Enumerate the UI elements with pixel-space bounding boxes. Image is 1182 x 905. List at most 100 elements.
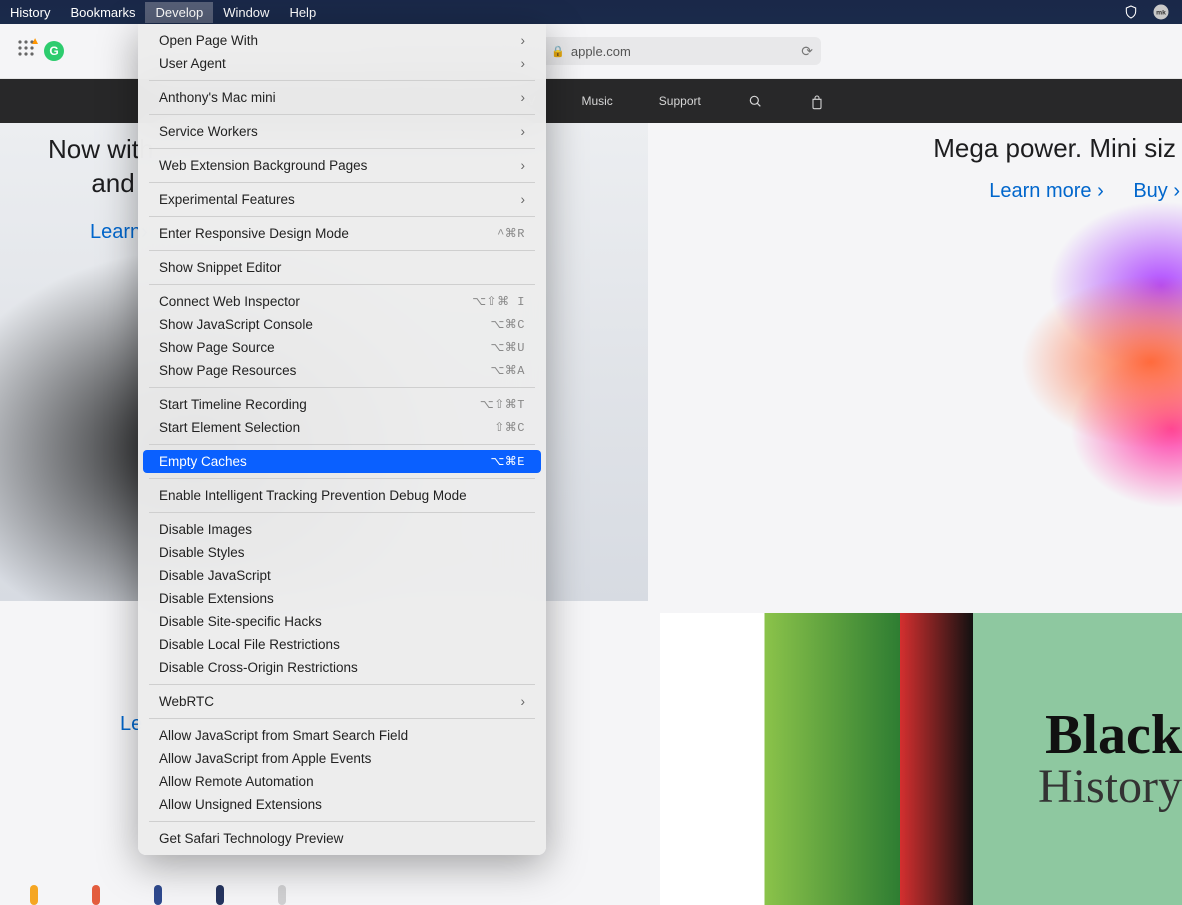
shortcut-label: ⌥⇧⌘ I [472, 294, 525, 309]
menuitem-label: Anthony's Mac mini [159, 90, 276, 105]
product-color-swatch [154, 885, 162, 905]
menuitem-label: Show Page Resources [159, 363, 296, 378]
buy-link[interactable]: Buy [1133, 180, 1180, 202]
chevron-right-icon: › [521, 56, 526, 71]
menuitem-start-element-selection[interactable]: Start Element Selection ⇧⌘C [143, 416, 541, 439]
apps-grid-icon[interactable]: ▲ [16, 38, 36, 64]
menuitem-label: Start Element Selection [159, 420, 300, 435]
chevron-right-icon: › [521, 192, 526, 207]
menuitem-label: Service Workers [159, 124, 258, 139]
bhm-line2: History [1038, 763, 1182, 811]
menuitem-disable-cross-origin-restrictions[interactable]: Disable Cross-Origin Restrictions [143, 656, 541, 679]
grammarly-icon[interactable]: G [44, 41, 64, 61]
menuitem-label: Enable Intelligent Tracking Prevention D… [159, 488, 467, 503]
menuitem-open-page-with[interactable]: Open Page With› [143, 29, 541, 52]
menuitem-connect-web-inspector[interactable]: Connect Web Inspector⌥⇧⌘ I [143, 290, 541, 313]
menu-help[interactable]: Help [279, 2, 326, 23]
chevron-right-icon: › [521, 694, 526, 709]
menu-separator [149, 387, 535, 388]
url-host: apple.com [571, 44, 631, 59]
menu-history[interactable]: History [0, 2, 60, 23]
menuitem-user-agent[interactable]: User Agent › [143, 52, 541, 75]
menuitem-web-extension-background-pages[interactable]: Web Extension Background Pages › [143, 154, 541, 177]
product-color-swatch [278, 885, 286, 905]
learn-more-link[interactable]: Learn more [989, 180, 1104, 202]
menuitem-disable-javascript[interactable]: Disable JavaScript [143, 564, 541, 587]
menuitem-allow-remote-automation[interactable]: Allow Remote Automation [143, 770, 541, 793]
product-color-swatch [216, 885, 224, 905]
shortcut-label: ⇧⌘C [494, 420, 525, 435]
menu-separator [149, 216, 535, 217]
menu-separator [149, 80, 535, 81]
bag-icon[interactable] [809, 93, 825, 109]
menuitem-label: User Agent [159, 56, 226, 71]
menuitem-experimental-features[interactable]: Experimental Features› [143, 188, 541, 211]
menuitem-allow-javascript-from-smart-search-field[interactable]: Allow JavaScript from Smart Search Field [143, 724, 541, 747]
chevron-right-icon: › [521, 158, 526, 173]
menu-separator [149, 821, 535, 822]
chevron-right-icon: › [521, 90, 526, 105]
shortcut-label: ⌥⌘U [490, 340, 525, 355]
nav-music[interactable]: Music [581, 94, 612, 108]
nav-support[interactable]: Support [659, 94, 701, 108]
shortcut-label: ⌥⌘C [490, 317, 525, 332]
toolbar-left-icons: ▲ G [16, 38, 64, 64]
menuitem-show-javascript-console[interactable]: Show JavaScript Console⌥⌘C [143, 313, 541, 336]
menu-separator [149, 444, 535, 445]
mk-avatar-icon[interactable]: mk [1152, 3, 1170, 21]
menuitem-enable-intelligent-tracking-prevention-debug-mode[interactable]: Enable Intelligent Tracking Prevention D… [143, 484, 541, 507]
menuitem-disable-styles[interactable]: Disable Styles [143, 541, 541, 564]
menu-separator [149, 148, 535, 149]
menuitem-disable-site-specific-hacks[interactable]: Disable Site-specific Hacks [143, 610, 541, 633]
menubar-right: mk [1122, 3, 1174, 21]
lock-icon: 🔒 [551, 45, 565, 58]
menuitem-enter-responsive-design-mode[interactable]: Enter Responsive Design Mode^⌘R [143, 222, 541, 245]
menu-window[interactable]: Window [213, 2, 279, 23]
product-color-swatch [30, 885, 38, 905]
menuitem-label: Start Timeline Recording [159, 397, 307, 412]
shield-icon[interactable] [1122, 3, 1140, 21]
menuitem-disable-images[interactable]: Disable Images [143, 518, 541, 541]
menuitem-label: Open Page With [159, 33, 258, 48]
menu-separator [149, 512, 535, 513]
menuitem-label: Allow Unsigned Extensions [159, 797, 322, 812]
menuitem-label: Allow JavaScript from Smart Search Field [159, 728, 408, 743]
menuitem-label: Disable Local File Restrictions [159, 637, 340, 652]
hero-ipad-mini[interactable]: Mega power. Mini siz Learn more Buy [660, 123, 1182, 601]
menuitem-allow-javascript-from-apple-events[interactable]: Allow JavaScript from Apple Events [143, 747, 541, 770]
reload-icon[interactable]: ⟳ [801, 43, 813, 60]
menu-develop[interactable]: Develop [145, 2, 213, 23]
hero-headline: Mega power. Mini siz [660, 123, 1182, 164]
menuitem-get-safari-technology-preview[interactable]: Get Safari Technology Preview [143, 827, 541, 850]
menuitem-label: Show Snippet Editor [159, 260, 281, 275]
menuitem-webrtc[interactable]: WebRTC› [143, 690, 541, 713]
menuitem-label: Show Page Source [159, 340, 275, 355]
menuitem-label: Disable Site-specific Hacks [159, 614, 322, 629]
menuitem-label: Web Extension Background Pages [159, 158, 367, 173]
menuitem-allow-unsigned-extensions[interactable]: Allow Unsigned Extensions [143, 793, 541, 816]
menu-separator [149, 284, 535, 285]
menuitem-start-timeline-recording[interactable]: Start Timeline Recording⌥⇧⌘T [143, 393, 541, 416]
search-icon[interactable] [747, 93, 763, 109]
menuitem-disable-local-file-restrictions[interactable]: Disable Local File Restrictions [143, 633, 541, 656]
menuitem-disable-extensions[interactable]: Disable Extensions [143, 587, 541, 610]
menuitem-service-workers[interactable]: Service Workers › [143, 120, 541, 143]
menuitem-label: Allow JavaScript from Apple Events [159, 751, 371, 766]
menuitem-label: Allow Remote Automation [159, 774, 314, 789]
menuitem-anthony-s-mac-mini[interactable]: Anthony's Mac mini › [143, 86, 541, 109]
svg-text:mk: mk [1156, 10, 1166, 17]
menuitem-label: Disable Images [159, 522, 252, 537]
menu-separator [149, 114, 535, 115]
menuitem-show-snippet-editor[interactable]: Show Snippet Editor [143, 256, 541, 279]
menu-separator [149, 250, 535, 251]
hero-black-history[interactable]: Black History [660, 613, 1182, 905]
menu-bookmarks[interactable]: Bookmarks [60, 2, 145, 23]
menuitem-show-page-resources[interactable]: Show Page Resources⌥⌘A [143, 359, 541, 382]
menuitem-show-page-source[interactable]: Show Page Source ⌥⌘U [143, 336, 541, 359]
menu-separator [149, 718, 535, 719]
menu-separator [149, 182, 535, 183]
warning-badge-icon: ▲ [30, 36, 40, 47]
menuitem-empty-caches[interactable]: Empty Caches⌥⌘E [143, 450, 541, 473]
chevron-right-icon: › [521, 124, 526, 139]
menuitem-label: Disable Styles [159, 545, 245, 560]
